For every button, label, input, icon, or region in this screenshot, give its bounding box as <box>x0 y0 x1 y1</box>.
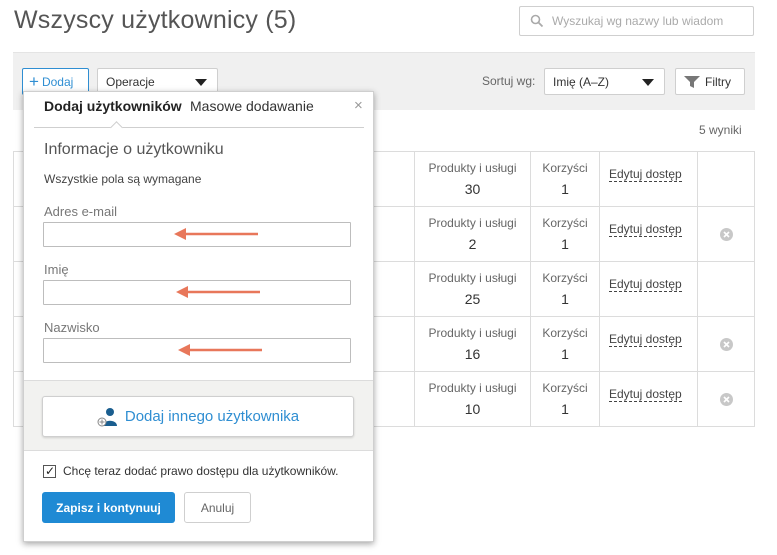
add-user-icon <box>97 407 117 426</box>
results-count: 5 wyniki <box>699 123 742 137</box>
edit-access-link[interactable]: Edytuj dostęp <box>609 167 682 182</box>
page-title: Wszyscy użytkownicy (5) <box>14 6 297 34</box>
section-title: Informacje o użytkowniku <box>44 141 224 158</box>
search-input[interactable] <box>552 14 742 28</box>
edit-cell: Edytuj dostęp <box>599 152 697 206</box>
benefits-label: Korzyści <box>542 381 588 395</box>
sort-label: Sortuj wg: <box>482 74 536 88</box>
grant-access-label: Chcę teraz dodać prawo dostępu dla użytk… <box>63 464 339 478</box>
products-label: Produkty i usługi <box>428 381 517 395</box>
edit-access-link[interactable]: Edytuj dostęp <box>609 222 682 237</box>
benefits-label: Korzyści <box>542 161 588 175</box>
search-box[interactable] <box>519 6 754 36</box>
edit-cell: Edytuj dostęp <box>599 262 697 316</box>
benefits-value: 1 <box>561 236 569 252</box>
email-label: Adres e-mail <box>44 204 117 219</box>
cancel-button[interactable]: Anuluj <box>184 492 251 523</box>
annotation-arrow <box>176 286 260 298</box>
save-continue-button[interactable]: Zapisz i kontynuuj <box>42 492 175 523</box>
products-value: 25 <box>464 291 481 307</box>
products-value: 30 <box>464 181 481 197</box>
add-another-user-button[interactable]: Dodaj innego użytkownika <box>42 396 354 437</box>
sort-select[interactable]: Imię (A–Z) <box>544 68 665 95</box>
chevron-down-icon <box>195 79 207 86</box>
benefits-cell: Korzyści 1 <box>530 372 599 426</box>
benefits-cell: Korzyści 1 <box>530 152 599 206</box>
benefits-cell: Korzyści 1 <box>530 207 599 261</box>
tab-divider <box>34 127 364 128</box>
products-value: 2 <box>468 236 477 252</box>
remove-icon[interactable] <box>720 338 733 351</box>
benefits-value: 1 <box>561 401 569 417</box>
sort-value: Imię (A–Z) <box>553 74 610 89</box>
products-label: Produkty i usługi <box>428 161 517 175</box>
products-cell: Produkty i usługi 30 <box>414 152 530 206</box>
tab-bulk-add[interactable]: Masowe dodawanie <box>190 98 314 114</box>
funnel-icon <box>684 75 700 88</box>
edit-access-link[interactable]: Edytuj dostęp <box>609 387 682 402</box>
remove-cell <box>697 372 754 426</box>
products-cell: Produkty i usługi 10 <box>414 372 530 426</box>
edit-cell: Edytuj dostęp <box>599 372 697 426</box>
required-note: Wszystkie pola są wymagane <box>44 172 202 186</box>
plus-icon: + <box>29 72 39 91</box>
add-another-label: Dodaj innego użytkownika <box>124 408 300 425</box>
add-button-label: Dodaj <box>41 74 74 89</box>
products-cell: Produkty i usługi 25 <box>414 262 530 316</box>
tab-add-users[interactable]: Dodaj użytkowników <box>44 98 182 114</box>
checkmark-icon: ✓ <box>45 464 56 478</box>
products-value: 16 <box>464 346 481 362</box>
products-cell: Produkty i usługi 2 <box>414 207 530 261</box>
add-users-panel: Dodaj użytkowników Masowe dodawanie × In… <box>23 91 374 542</box>
benefits-label: Korzyści <box>542 271 588 285</box>
products-value: 10 <box>464 401 481 417</box>
operations-label: Operacje <box>106 74 155 89</box>
filters-label: Filtry <box>705 74 731 89</box>
close-icon[interactable]: × <box>354 98 363 113</box>
filters-button[interactable]: Filtry <box>675 68 745 95</box>
edit-access-link[interactable]: Edytuj dostęp <box>609 332 682 347</box>
remove-icon[interactable] <box>720 228 733 241</box>
remove-cell <box>697 207 754 261</box>
remove-icon[interactable] <box>720 393 733 406</box>
remove-cell <box>697 152 754 206</box>
annotation-arrow <box>178 344 262 356</box>
benefits-cell: Korzyści 1 <box>530 317 599 371</box>
benefits-value: 1 <box>561 181 569 197</box>
benefits-value: 1 <box>561 346 569 362</box>
remove-cell <box>697 262 754 316</box>
edit-cell: Edytuj dostęp <box>599 207 697 261</box>
benefits-cell: Korzyści 1 <box>530 262 599 316</box>
annotation-arrow <box>174 228 258 240</box>
products-cell: Produkty i usługi 16 <box>414 317 530 371</box>
tab-indicator <box>110 121 123 134</box>
edit-cell: Edytuj dostęp <box>599 317 697 371</box>
chevron-down-icon <box>642 79 654 86</box>
products-label: Produkty i usługi <box>428 271 517 285</box>
search-icon <box>530 14 544 28</box>
benefits-label: Korzyści <box>542 216 588 230</box>
first-name-label: Imię <box>44 262 69 277</box>
products-label: Produkty i usługi <box>428 216 517 230</box>
edit-access-link[interactable]: Edytuj dostęp <box>609 277 682 292</box>
remove-cell <box>697 317 754 371</box>
grant-access-checkbox[interactable]: ✓ <box>43 464 56 478</box>
benefits-label: Korzyści <box>542 326 588 340</box>
benefits-value: 1 <box>561 291 569 307</box>
products-label: Produkty i usługi <box>428 326 517 340</box>
last-name-label: Nazwisko <box>44 320 100 335</box>
